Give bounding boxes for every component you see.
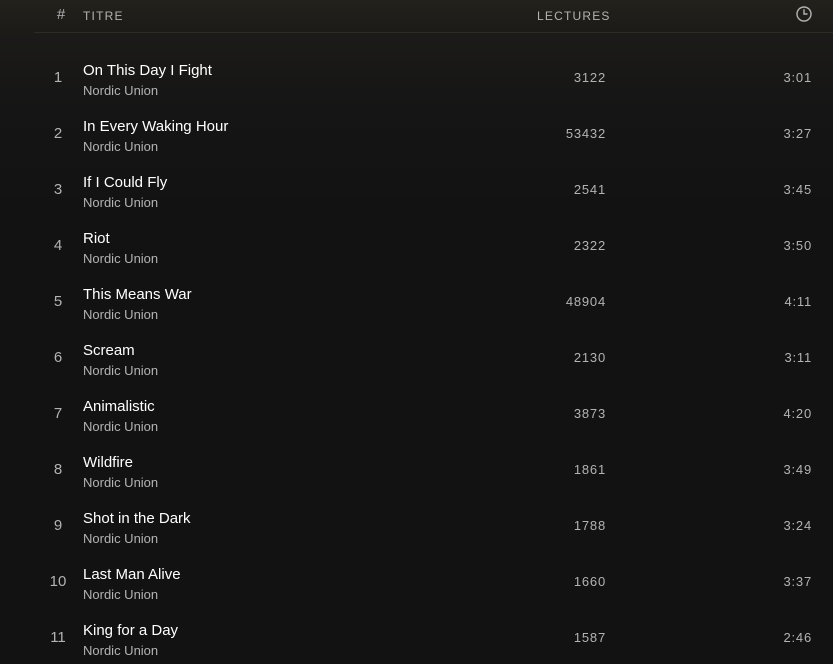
track-plays: 1861	[573, 462, 606, 477]
track-title[interactable]: On This Day I Fight	[83, 62, 212, 79]
track-artist[interactable]: Nordic Union	[83, 139, 158, 154]
track-plays: 3873	[573, 406, 606, 421]
track-artist[interactable]: Nordic Union	[83, 251, 158, 266]
track-row[interactable]: 6 Scream Nordic Union 2130 3:11	[0, 330, 833, 386]
track-plays: 2130	[573, 350, 606, 365]
track-number: 10	[49, 573, 67, 590]
track-plays: 48904	[565, 294, 606, 309]
track-title[interactable]: Scream	[83, 342, 135, 359]
track-duration: 4:11	[784, 294, 812, 309]
track-duration: 3:37	[783, 574, 812, 589]
track-row[interactable]: 2 In Every Waking Hour Nordic Union 5343…	[0, 106, 833, 162]
track-title[interactable]: In Every Waking Hour	[83, 118, 228, 135]
track-duration: 3:27	[783, 126, 812, 141]
track-number: 5	[53, 293, 63, 310]
track-artist[interactable]: Nordic Union	[83, 587, 158, 602]
track-plays: 1660	[573, 574, 606, 589]
track-artist[interactable]: Nordic Union	[83, 531, 158, 546]
track-title[interactable]: Animalistic	[83, 398, 155, 415]
track-duration: 3:24	[783, 518, 812, 533]
track-plays: 2541	[573, 182, 606, 197]
track-duration: 2:46	[783, 630, 812, 645]
track-row[interactable]: 5 This Means War Nordic Union 48904 4:11	[0, 274, 833, 330]
track-row[interactable]: 8 Wildfire Nordic Union 1861 3:49	[0, 442, 833, 498]
track-number: 3	[53, 181, 63, 198]
track-row[interactable]: 4 Riot Nordic Union 2322 3:50	[0, 218, 833, 274]
track-title[interactable]: King for a Day	[83, 622, 178, 639]
track-plays: 2322	[573, 238, 606, 253]
track-artist[interactable]: Nordic Union	[83, 475, 158, 490]
track-duration: 3:01	[783, 70, 812, 85]
track-number: 11	[50, 629, 66, 646]
track-number: 1	[53, 69, 63, 86]
track-row[interactable]: 1 On This Day I Fight Nordic Union 3122 …	[0, 50, 833, 106]
track-number: 8	[53, 461, 63, 478]
track-row[interactable]: 7 Animalistic Nordic Union 3873 4:20	[0, 386, 833, 442]
track-artist[interactable]: Nordic Union	[83, 363, 158, 378]
track-artist[interactable]: Nordic Union	[83, 83, 158, 98]
track-row[interactable]: 10 Last Man Alive Nordic Union 1660 3:37	[0, 554, 833, 610]
tracklist-header: # TITRE LECTURES	[34, 0, 833, 33]
track-duration: 3:45	[783, 182, 812, 197]
clock-icon[interactable]	[795, 5, 813, 23]
header-title[interactable]: TITRE	[83, 9, 124, 23]
track-plays: 53432	[565, 126, 606, 141]
track-title[interactable]: This Means War	[83, 286, 192, 303]
track-title[interactable]: Riot	[83, 230, 110, 247]
track-duration: 4:20	[783, 406, 812, 421]
track-duration: 3:49	[783, 462, 812, 477]
track-plays: 1587	[573, 630, 606, 645]
track-title[interactable]: Last Man Alive	[83, 566, 181, 583]
track-artist[interactable]: Nordic Union	[83, 307, 158, 322]
track-number: 7	[53, 405, 63, 422]
track-title[interactable]: Shot in the Dark	[83, 510, 191, 527]
track-duration: 3:50	[783, 238, 812, 253]
track-row[interactable]: 3 If I Could Fly Nordic Union 2541 3:45	[0, 162, 833, 218]
track-plays: 1788	[573, 518, 606, 533]
track-duration: 3:11	[784, 350, 812, 365]
track-number: 2	[53, 125, 63, 142]
track-artist[interactable]: Nordic Union	[83, 419, 158, 434]
track-artist[interactable]: Nordic Union	[83, 643, 158, 658]
header-number: #	[56, 6, 66, 23]
track-number: 4	[53, 237, 63, 254]
track-title[interactable]: Wildfire	[83, 454, 133, 471]
track-row[interactable]: 9 Shot in the Dark Nordic Union 1788 3:2…	[0, 498, 833, 554]
tracklist: 1 On This Day I Fight Nordic Union 3122 …	[0, 50, 833, 664]
track-row[interactable]: 11 King for a Day Nordic Union 1587 2:46	[0, 610, 833, 664]
track-number: 6	[53, 349, 63, 366]
track-number: 9	[53, 517, 63, 534]
track-artist[interactable]: Nordic Union	[83, 195, 158, 210]
track-title[interactable]: If I Could Fly	[83, 174, 167, 191]
track-plays: 3122	[573, 70, 606, 85]
header-plays[interactable]: LECTURES	[537, 9, 611, 23]
